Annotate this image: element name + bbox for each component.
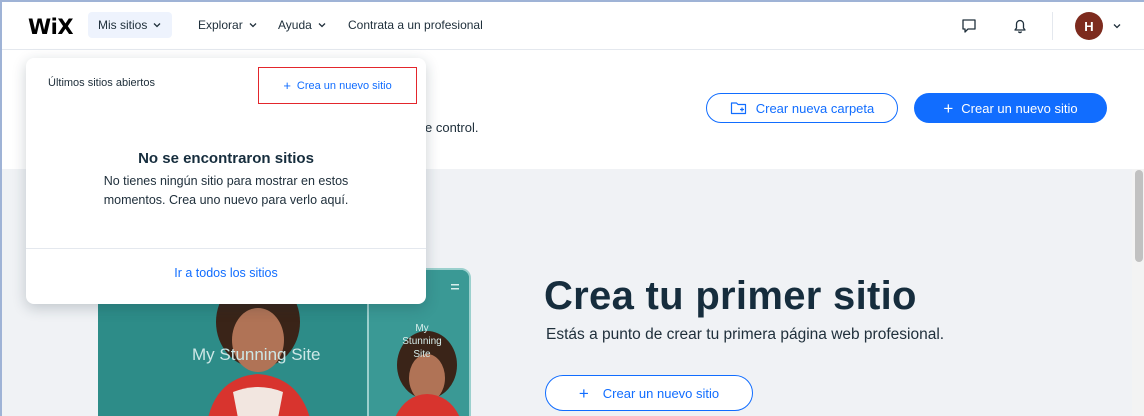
nav-explore[interactable]: Explorar	[198, 18, 258, 32]
top-bar: WiX Mis sitios Explorar Ayuda Contrata a…	[2, 2, 1144, 50]
nav-hire-label: Contrata a un profesional	[348, 18, 483, 32]
folder-plus-icon	[730, 102, 746, 115]
nav-help-label: Ayuda	[278, 18, 312, 32]
all-sites-link[interactable]: Ir a todos los sitios	[26, 266, 426, 280]
toolbar-divider	[1052, 12, 1053, 40]
dropdown-create-site-link[interactable]: + Crea un nuevo sitio	[258, 67, 417, 104]
plus-icon: +	[578, 383, 589, 403]
preview-mobile-title: My Stunning Site	[402, 323, 442, 360]
nav-my-sites-label: Mis sitios	[98, 18, 148, 32]
header-subtitle: e control.	[425, 120, 479, 135]
dropdown-create-site-label: Crea un nuevo sitio	[296, 79, 392, 92]
dropdown-divider	[26, 248, 426, 249]
scrollbar-thumb[interactable]	[1135, 170, 1143, 262]
wix-logo[interactable]: WiX	[28, 15, 74, 39]
plus-icon: +	[283, 78, 291, 93]
create-folder-label: Crear nueva carpeta	[755, 100, 875, 116]
create-site-button[interactable]: + Crear un nuevo sitio	[914, 93, 1107, 123]
recent-sites-label: Últimos sitios abiertos	[48, 77, 155, 89]
chevron-down-icon	[153, 23, 161, 28]
create-site-label: Crear un nuevo sitio	[961, 100, 1078, 116]
bell-icon[interactable]	[1009, 15, 1031, 37]
hero-subtitle: Estás a punto de crear tu primera página…	[546, 326, 945, 343]
user-avatar[interactable]: H	[1075, 12, 1103, 40]
chat-icon[interactable]	[958, 15, 980, 37]
nav-explore-label: Explorar	[198, 18, 243, 32]
chevron-down-icon	[318, 23, 326, 28]
app-frame: WiX Mis sitios Explorar Ayuda Contrata a…	[0, 0, 1144, 416]
nav-hire-professional[interactable]: Contrata a un profesional	[348, 18, 483, 32]
preview-site-title: My Stunning Site	[192, 345, 321, 364]
nav-help[interactable]: Ayuda	[278, 18, 327, 32]
hero-title: Crea tu primer sitio	[544, 274, 917, 318]
plus-icon: +	[943, 98, 954, 118]
nav-my-sites[interactable]: Mis sitios	[88, 12, 173, 38]
chevron-down-icon	[249, 23, 257, 28]
create-folder-button[interactable]: Crear nueva carpeta	[706, 93, 898, 123]
empty-state-title: No se encontraron sitios	[138, 150, 314, 167]
hero-create-site-button[interactable]: + Crear un nuevo sitio	[545, 375, 753, 411]
chevron-down-icon[interactable]	[1112, 21, 1122, 31]
my-sites-dropdown: Últimos sitios abiertos + Crea un nuevo …	[26, 58, 426, 304]
hero-create-site-label: Crear un nuevo sitio	[602, 385, 720, 401]
empty-state-text: No tienes ningún sitio para mostrar en e…	[103, 174, 349, 207]
